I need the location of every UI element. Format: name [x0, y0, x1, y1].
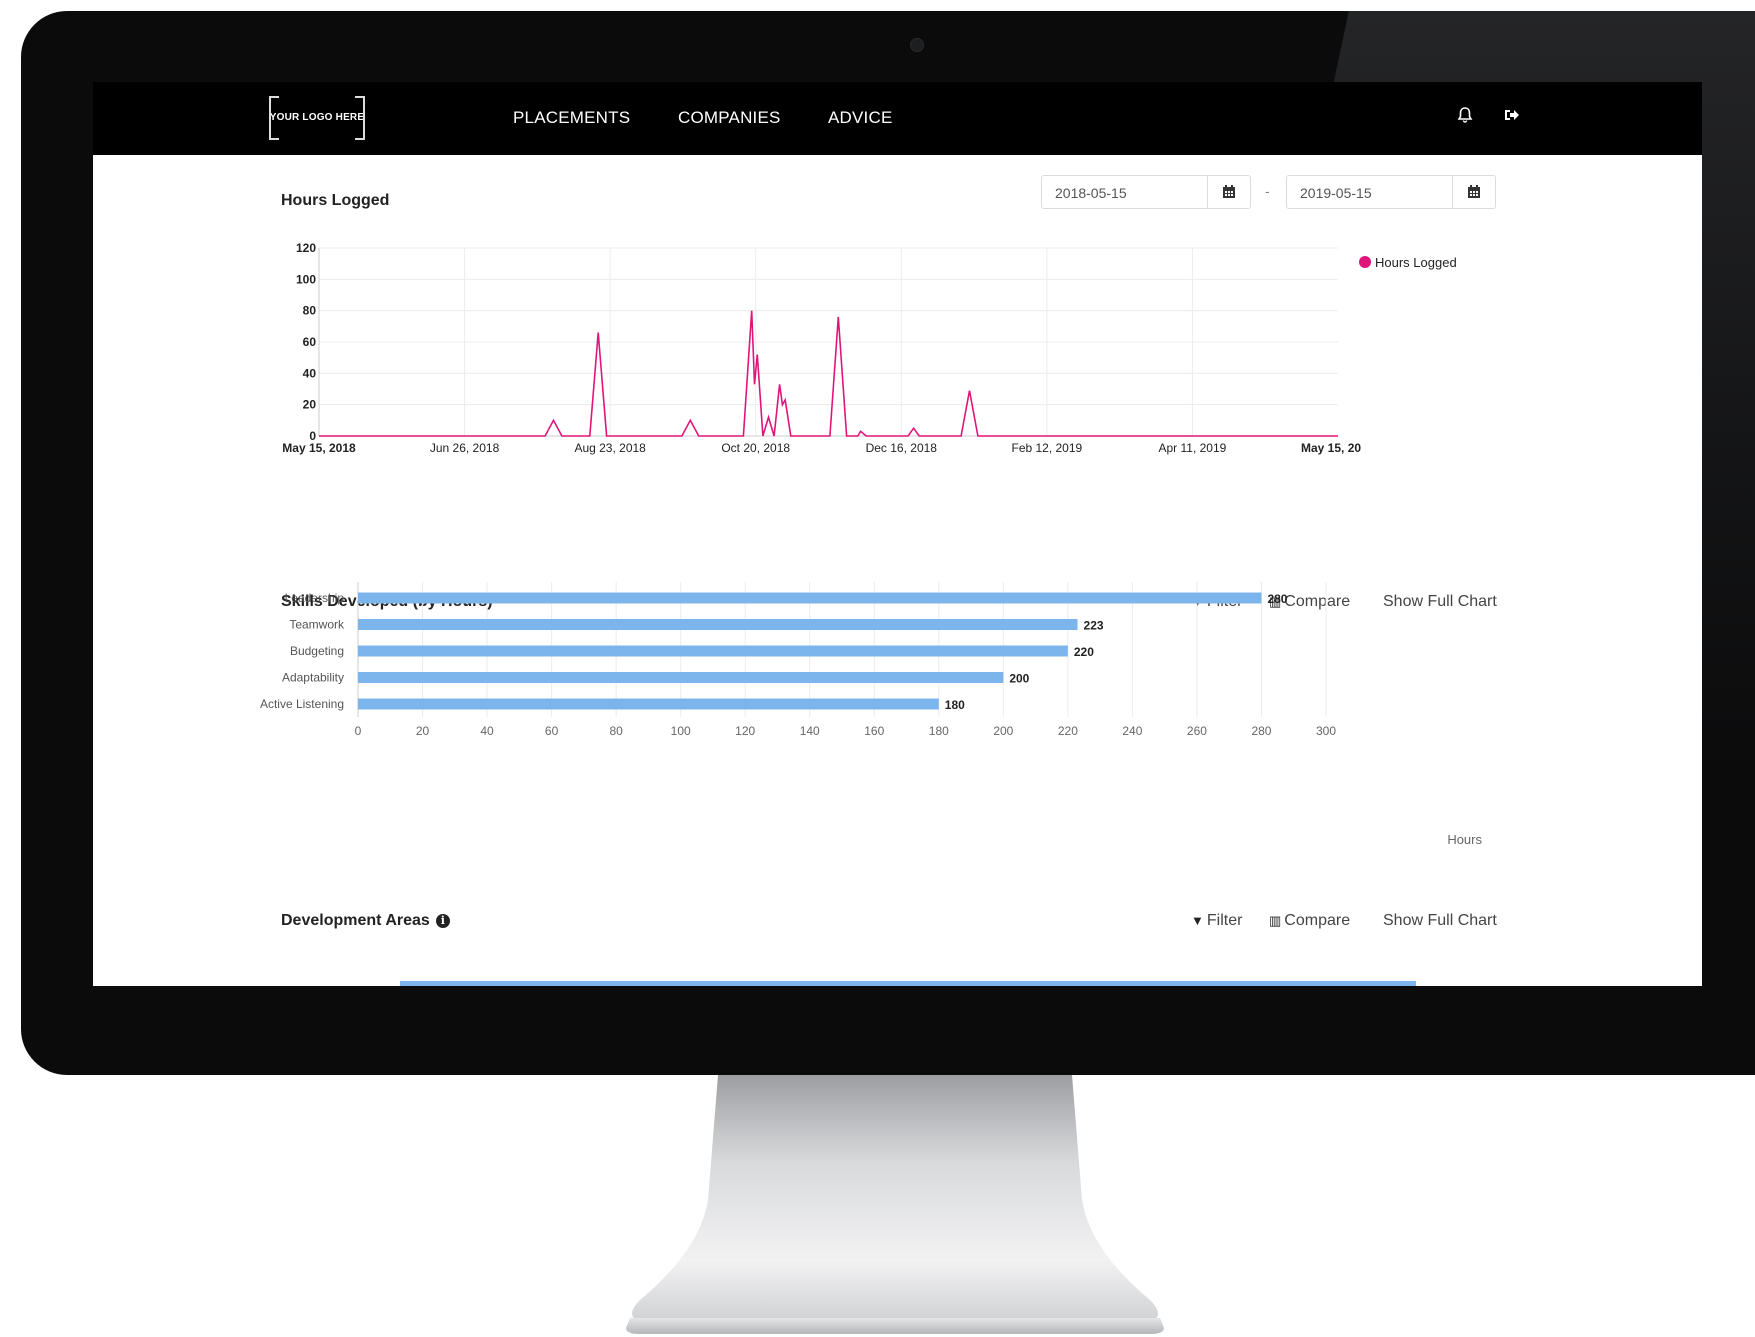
skill-bar [358, 698, 939, 710]
x-tick-label: 20 [416, 724, 430, 738]
dev-show-full-chart[interactable]: Show Full Chart [1383, 912, 1497, 930]
screen: YOUR LOGO HERE PLACEMENTS COMPANIES ADVI… [93, 82, 1702, 986]
x-tick-label: 0 [355, 724, 362, 738]
x-tick-label: 220 [1058, 724, 1078, 738]
x-tick-label: 280 [1251, 724, 1271, 738]
skill-bar [358, 619, 1078, 630]
category-label: Active Listening [260, 697, 344, 711]
category-label: Budgeting [290, 644, 344, 658]
dev-areas-bar-partial [400, 981, 1416, 986]
x-tick-label: 160 [864, 724, 884, 738]
development-areas-title: Development Areas i [281, 912, 450, 930]
skill-bar [358, 672, 1004, 683]
data-label: 280 [1267, 592, 1287, 606]
x-tick-label: 80 [609, 724, 623, 738]
data-label: 223 [1084, 619, 1104, 633]
filter-icon: ▼ [1191, 913, 1204, 928]
data-label: 200 [1009, 672, 1029, 686]
x-tick-label: 140 [800, 724, 820, 738]
x-tick-label: 300 [1316, 724, 1336, 738]
bar-chart-icon: ▥ [1269, 913, 1282, 928]
category-label: Leadership [285, 591, 345, 605]
camera-dot [910, 38, 924, 52]
x-tick-label: 260 [1187, 724, 1207, 738]
x-tick-label: 100 [671, 724, 691, 738]
x-tick-label: 60 [545, 724, 559, 738]
x-tick-label: 120 [735, 724, 755, 738]
dev-compare-button[interactable]: ▥ Compare [1269, 912, 1350, 930]
x-tick-label: 200 [993, 724, 1013, 738]
skills-x-axis-label: Hours [1447, 832, 1482, 847]
info-icon[interactable]: i [435, 914, 450, 928]
category-label: Teamwork [289, 618, 345, 632]
skills-bar-chart: Leadership 280 Teamwork 223 Budgeting 220 Adap… [260, 582, 1482, 847]
x-tick-label: 240 [1122, 724, 1142, 738]
category-label: Adaptability [282, 671, 344, 685]
skill-bar [358, 592, 1262, 604]
data-label: 220 [1074, 645, 1094, 659]
data-label: 180 [945, 698, 965, 712]
skill-bar [358, 645, 1068, 657]
dev-filter-button[interactable]: ▼ Filter [1191, 912, 1242, 930]
x-tick-label: 180 [929, 724, 949, 738]
x-tick-label: 40 [480, 724, 494, 738]
